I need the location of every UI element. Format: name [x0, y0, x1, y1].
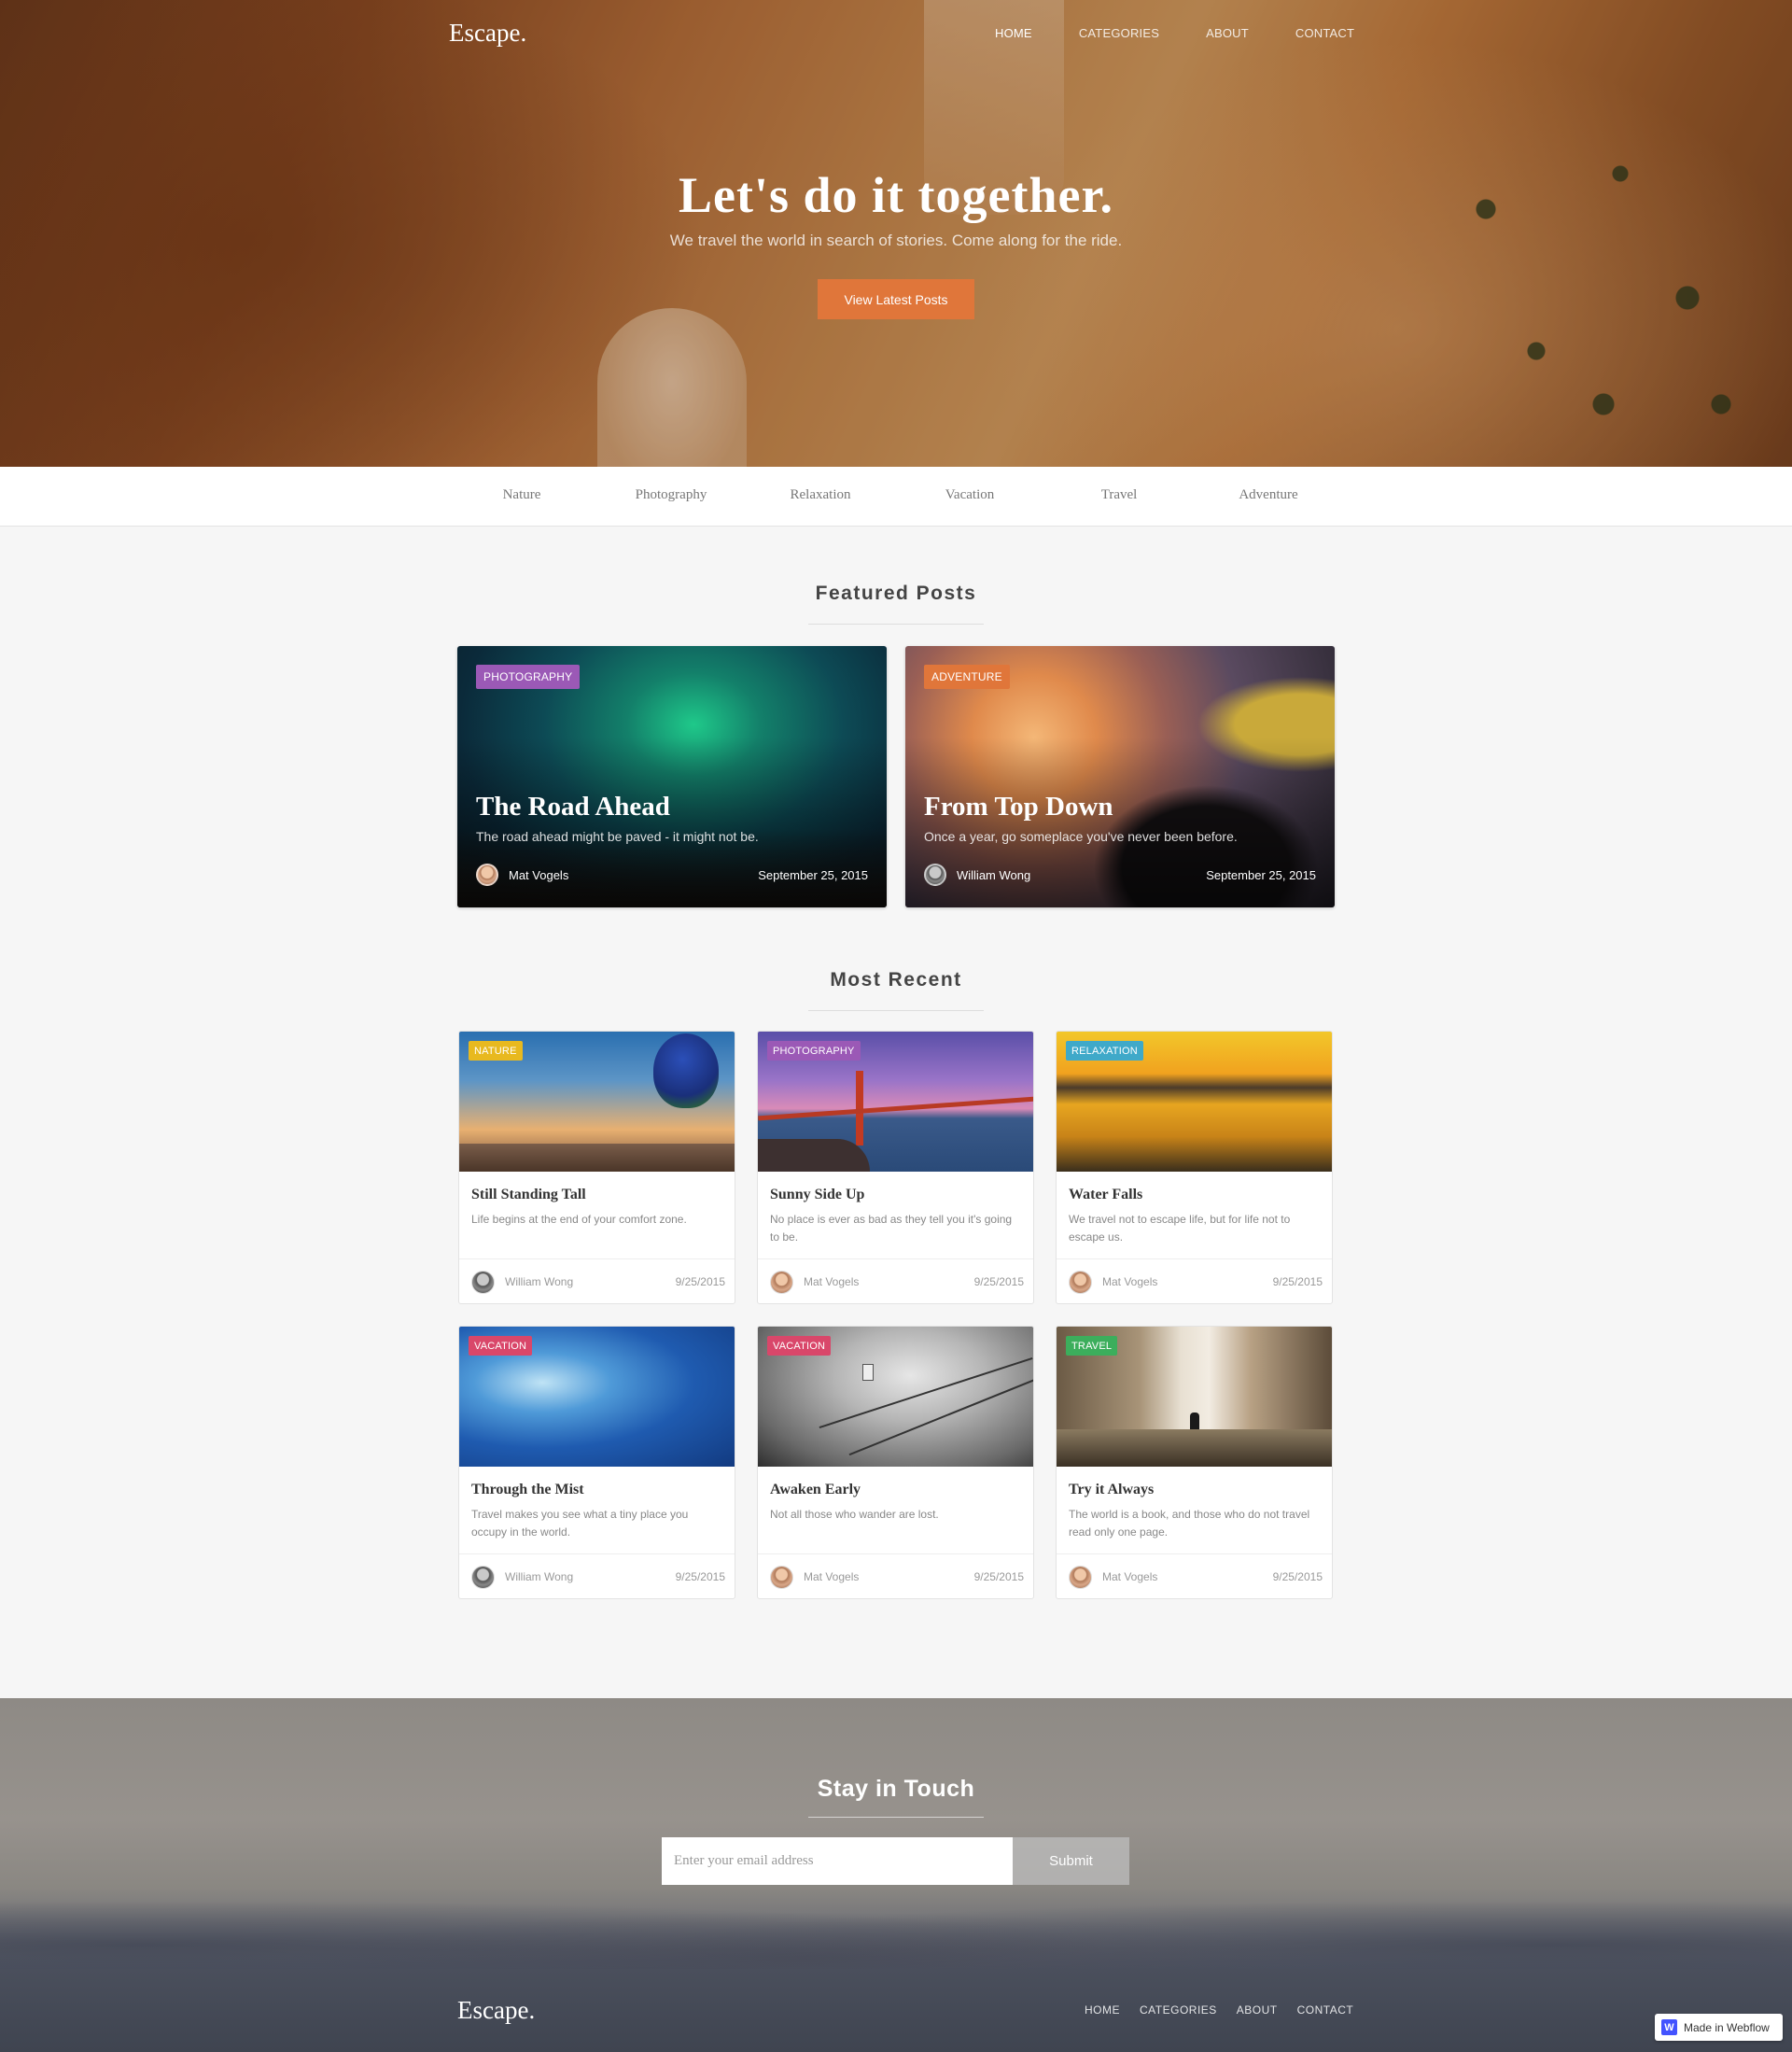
post-excerpt: Travel makes you see what a tiny place y… [471, 1508, 689, 1539]
post-title[interactable]: The Road Ahead [476, 792, 670, 822]
post-date: September 25, 2015 [1206, 868, 1316, 882]
category-badge[interactable]: VACATION [469, 1336, 533, 1356]
post-footer: Mat Vogels 9/25/2015 [758, 1258, 1033, 1303]
avatar [1069, 1271, 1092, 1294]
webflow-badge-label: Made in Webflow [1684, 2020, 1770, 2034]
post-author[interactable]: William Wong [505, 1275, 573, 1288]
avatar [770, 1566, 793, 1589]
post-author[interactable]: William Wong [505, 1570, 573, 1583]
post-card[interactable]: VACATION Through the Mist Travel makes y… [458, 1326, 735, 1599]
post-footer: Mat Vogels 9/25/2015 [758, 1553, 1033, 1598]
post-excerpt: Once a year, go someplace you've never b… [924, 829, 1238, 844]
post-excerpt: Not all those who wander are lost. [770, 1508, 939, 1521]
post-date: September 25, 2015 [758, 868, 868, 882]
made-in-webflow-badge[interactable]: W Made in Webflow [1655, 2014, 1783, 2041]
category-vacation[interactable]: Vacation [945, 487, 994, 503]
avatar [471, 1566, 495, 1589]
post-excerpt: We travel not to escape life, but for li… [1069, 1213, 1291, 1244]
category-travel[interactable]: Travel [1101, 487, 1138, 503]
nav-categories[interactable]: CATEGORIES [1079, 26, 1159, 40]
post-author[interactable]: Mat Vogels [509, 868, 568, 882]
category-badge[interactable]: PHOTOGRAPHY [767, 1041, 861, 1061]
category-badge[interactable]: PHOTOGRAPHY [476, 665, 581, 689]
featured-heading: Featured Posts [815, 583, 977, 604]
category-badge[interactable]: VACATION [767, 1336, 832, 1356]
category-adventure[interactable]: Adventure [1239, 487, 1297, 503]
post-date: 9/25/2015 [973, 1570, 1024, 1583]
main-nav: HOME CATEGORIES ABOUT CONTACT [995, 26, 1401, 40]
recent-divider [808, 1010, 984, 1011]
post-title[interactable]: Sunny Side Up [770, 1187, 864, 1203]
hero-subtitle: We travel the world in search of stories… [669, 232, 1123, 249]
avatar [770, 1271, 793, 1294]
post-date: 9/25/2015 [675, 1570, 725, 1583]
avatar [924, 864, 946, 886]
avatar [471, 1271, 495, 1294]
newsletter-section: Stay in Touch Enter your email address S… [0, 1698, 1792, 1969]
post-author[interactable]: Mat Vogels [804, 1275, 859, 1288]
post-date: 9/25/2015 [973, 1275, 1024, 1288]
post-date: 9/25/2015 [1272, 1570, 1323, 1583]
post-title[interactable]: Still Standing Tall [471, 1187, 586, 1203]
post-author[interactable]: Mat Vogels [804, 1570, 859, 1583]
avatar [476, 864, 498, 886]
post-author[interactable]: William Wong [957, 868, 1030, 882]
footer-brand-logo[interactable]: Escape. [457, 1996, 535, 2025]
post-excerpt: The road ahead might be paved - it might… [476, 829, 759, 844]
avatar [1069, 1566, 1092, 1589]
hero-title: Let's do it together. [679, 167, 1113, 223]
category-badge[interactable]: ADVENTURE [924, 665, 1010, 689]
post-title[interactable]: Water Falls [1069, 1187, 1142, 1203]
post-title[interactable]: Through the Mist [471, 1482, 584, 1498]
nav-about[interactable]: ABOUT [1206, 26, 1249, 40]
featured-card[interactable]: PHOTOGRAPHY The Road Ahead The road ahea… [457, 646, 887, 907]
category-relaxation[interactable]: Relaxation [791, 487, 851, 503]
footer-nav-about[interactable]: ABOUT [1237, 2003, 1278, 2017]
webflow-logo-icon: W [1661, 2019, 1677, 2035]
email-input[interactable]: Enter your email address [662, 1837, 1013, 1885]
footer-nav-home[interactable]: HOME [1085, 2003, 1120, 2017]
category-nature[interactable]: Nature [503, 487, 541, 503]
hero: Escape. HOME CATEGORIES ABOUT CONTACT Le… [0, 0, 1792, 467]
footer-nav: HOME CATEGORIES ABOUT CONTACT [1085, 2003, 1373, 2017]
submit-button[interactable]: Submit [1013, 1837, 1129, 1885]
post-footer: William Wong 9/25/2015 [459, 1258, 735, 1303]
footer-nav-contact[interactable]: CONTACT [1297, 2003, 1354, 2017]
recent-heading: Most Recent [830, 969, 962, 991]
post-card[interactable]: TRAVEL Try it Always The world is a book… [1056, 1326, 1333, 1599]
post-title[interactable]: From Top Down [924, 792, 1113, 822]
post-card[interactable]: NATURE Still Standing Tall Life begins a… [458, 1031, 735, 1304]
post-card[interactable]: PHOTOGRAPHY Sunny Side Up No place is ev… [757, 1031, 1034, 1304]
post-card[interactable]: VACATION Awaken Early Not all those who … [757, 1326, 1034, 1599]
post-date: 9/25/2015 [1272, 1275, 1323, 1288]
post-title[interactable]: Awaken Early [770, 1482, 861, 1498]
post-footer: Mat Vogels 9/25/2015 [1057, 1258, 1332, 1303]
category-badge[interactable]: RELAXATION [1066, 1041, 1143, 1061]
post-footer: Mat Vogels 9/25/2015 [1057, 1553, 1332, 1598]
featured-divider [808, 624, 984, 625]
category-bar: Nature Photography Relaxation Vacation T… [0, 467, 1792, 527]
footer: Escape. HOME CATEGORIES ABOUT CONTACT [0, 1969, 1792, 2052]
newsletter-title: Stay in Touch [817, 1776, 975, 1802]
post-card[interactable]: RELAXATION Water Falls We travel not to … [1056, 1031, 1333, 1304]
category-badge[interactable]: NATURE [469, 1041, 523, 1061]
featured-card[interactable]: ADVENTURE From Top Down Once a year, go … [905, 646, 1335, 907]
post-excerpt: No place is ever as bad as they tell you… [770, 1213, 1013, 1244]
newsletter-divider [808, 1817, 984, 1818]
post-title[interactable]: Try it Always [1069, 1482, 1154, 1498]
post-author[interactable]: Mat Vogels [1102, 1275, 1157, 1288]
brand-logo[interactable]: Escape. [449, 19, 526, 48]
post-date: 9/25/2015 [675, 1275, 725, 1288]
post-excerpt: The world is a book, and those who do no… [1069, 1508, 1310, 1539]
view-latest-posts-button[interactable]: View Latest Posts [818, 279, 974, 319]
nav-contact[interactable]: CONTACT [1295, 26, 1354, 40]
category-photography[interactable]: Photography [636, 487, 707, 503]
category-badge[interactable]: TRAVEL [1066, 1336, 1118, 1356]
post-footer: William Wong 9/25/2015 [459, 1553, 735, 1598]
post-author[interactable]: Mat Vogels [1102, 1570, 1157, 1583]
nav-home[interactable]: HOME [995, 26, 1032, 40]
post-excerpt: Life begins at the end of your comfort z… [471, 1213, 687, 1226]
footer-nav-categories[interactable]: CATEGORIES [1140, 2003, 1217, 2017]
